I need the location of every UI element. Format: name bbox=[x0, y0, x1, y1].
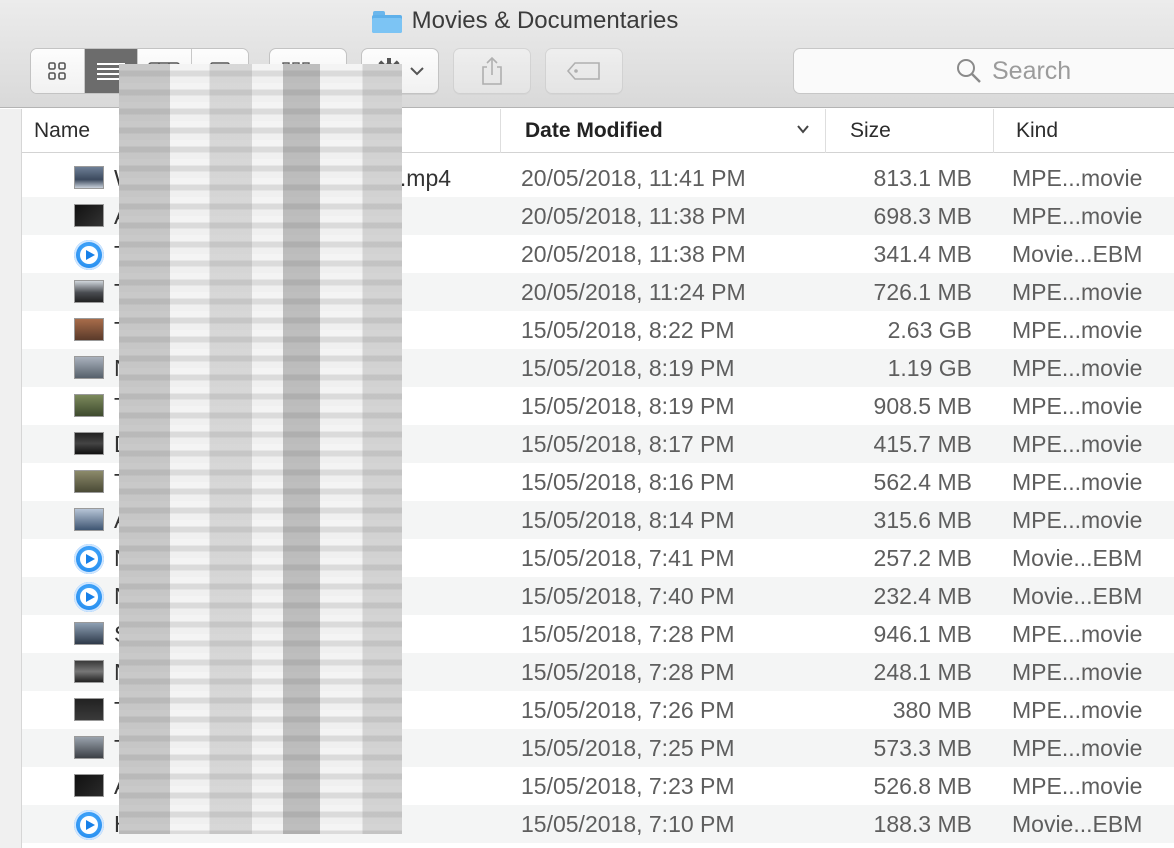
column-header-name-label: Name bbox=[34, 119, 91, 142]
video-thumbnail-icon bbox=[74, 280, 104, 303]
file-size: 573.3 MB bbox=[873, 734, 972, 761]
column-header-kind-label: Kind bbox=[1016, 119, 1059, 142]
file-size: 562.4 MB bbox=[873, 468, 972, 495]
file-date-modified: 15/05/2018, 7:28 PM bbox=[521, 620, 735, 647]
video-thumbnail-icon bbox=[74, 508, 104, 531]
file-kind: MPE...movie bbox=[1012, 164, 1143, 191]
column-header-date-label: Date Modified bbox=[525, 119, 663, 142]
video-thumbnail-icon bbox=[74, 356, 104, 379]
file-size: 813.1 MB bbox=[873, 164, 972, 191]
redacted-area bbox=[119, 64, 402, 834]
file-kind: MPE...movie bbox=[1012, 354, 1143, 381]
video-player-icon bbox=[74, 810, 104, 840]
share-icon bbox=[482, 56, 502, 85]
file-date-modified: 15/05/2018, 7:40 PM bbox=[521, 582, 735, 609]
video-thumbnail-icon bbox=[74, 394, 104, 417]
file-size: 188.3 MB bbox=[873, 810, 972, 837]
file-date-modified: 20/05/2018, 11:24 PM bbox=[521, 278, 746, 305]
file-kind: MPE...movie bbox=[1012, 430, 1143, 457]
file-kind: MPE...movie bbox=[1012, 506, 1143, 533]
file-date-modified: 20/05/2018, 11:38 PM bbox=[521, 240, 746, 267]
video-thumbnail-icon bbox=[74, 470, 104, 493]
file-kind: Movie...EBM bbox=[1012, 810, 1143, 837]
file-size: 726.1 MB bbox=[873, 278, 972, 305]
tag-button[interactable] bbox=[545, 48, 623, 94]
file-kind: Movie...EBM bbox=[1012, 582, 1143, 609]
file-date-modified: 20/05/2018, 11:38 PM bbox=[521, 202, 746, 229]
video-thumbnail-icon bbox=[74, 660, 104, 683]
video-thumbnail-icon bbox=[74, 318, 104, 341]
video-thumbnail-icon bbox=[74, 432, 104, 455]
file-kind: MPE...movie bbox=[1012, 696, 1143, 723]
file-kind: MPE...movie bbox=[1012, 392, 1143, 419]
column-header-size-label: Size bbox=[850, 119, 891, 142]
file-kind: Movie...EBM bbox=[1012, 544, 1143, 571]
file-size: 526.8 MB bbox=[873, 772, 972, 799]
file-date-modified: 15/05/2018, 7:23 PM bbox=[521, 772, 735, 799]
video-thumbnail-icon bbox=[74, 736, 104, 759]
video-thumbnail-icon bbox=[74, 166, 104, 189]
icon-view-button[interactable] bbox=[31, 49, 85, 93]
file-kind: MPE...movie bbox=[1012, 772, 1143, 799]
file-kind: MPE...movie bbox=[1012, 202, 1143, 229]
window-title: Movies & Documentaries bbox=[411, 7, 679, 34]
file-date-modified: 15/05/2018, 7:28 PM bbox=[521, 658, 735, 685]
file-size: 232.4 MB bbox=[873, 582, 972, 609]
file-size: 380 MB bbox=[892, 696, 972, 723]
share-button[interactable] bbox=[453, 48, 531, 94]
file-date-modified: 15/05/2018, 8:19 PM bbox=[521, 392, 735, 419]
file-date-modified: 20/05/2018, 11:41 PM bbox=[521, 164, 746, 191]
column-header-size[interactable]: Size bbox=[825, 109, 993, 153]
file-size: 1.19 GB bbox=[887, 354, 972, 381]
file-date-modified: 15/05/2018, 8:16 PM bbox=[521, 468, 735, 495]
file-size: 315.6 MB bbox=[873, 506, 972, 533]
file-size: 415.7 MB bbox=[873, 430, 972, 457]
file-size: 248.1 MB bbox=[873, 658, 972, 685]
video-player-icon bbox=[74, 240, 104, 270]
search-icon bbox=[957, 59, 981, 83]
file-size: 257.2 MB bbox=[873, 544, 972, 571]
search-input[interactable] bbox=[992, 56, 1172, 86]
window-title-bar: Movies & Documentaries bbox=[0, 4, 1050, 38]
file-size: 698.3 MB bbox=[873, 202, 972, 229]
file-date-modified: 15/05/2018, 8:22 PM bbox=[521, 316, 735, 343]
icon-view-icon bbox=[48, 62, 67, 80]
file-kind: MPE...movie bbox=[1012, 278, 1143, 305]
tag-icon bbox=[566, 62, 600, 80]
file-size: 2.63 GB bbox=[887, 316, 972, 343]
file-date-modified: 15/05/2018, 7:41 PM bbox=[521, 544, 735, 571]
sidebar-edge bbox=[0, 109, 22, 848]
chevron-down-icon bbox=[410, 67, 424, 76]
folder-icon bbox=[371, 9, 402, 33]
video-thumbnail-icon bbox=[74, 774, 104, 797]
column-header-kind[interactable]: Kind bbox=[993, 109, 1174, 153]
file-date-modified: 15/05/2018, 8:14 PM bbox=[521, 506, 735, 533]
file-date-modified: 15/05/2018, 8:17 PM bbox=[521, 430, 735, 457]
column-header-date[interactable]: Date Modified bbox=[500, 109, 825, 153]
file-kind: MPE...movie bbox=[1012, 734, 1143, 761]
file-size: 341.4 MB bbox=[873, 240, 972, 267]
video-thumbnail-icon bbox=[74, 698, 104, 721]
video-thumbnail-icon bbox=[74, 622, 104, 645]
file-date-modified: 15/05/2018, 8:19 PM bbox=[521, 354, 735, 381]
file-kind: MPE...movie bbox=[1012, 620, 1143, 647]
video-player-icon bbox=[74, 582, 104, 612]
file-kind: MPE...movie bbox=[1012, 658, 1143, 685]
search-field[interactable] bbox=[793, 48, 1174, 94]
file-date-modified: 15/05/2018, 7:26 PM bbox=[521, 696, 735, 723]
file-date-modified: 15/05/2018, 7:10 PM bbox=[521, 810, 735, 837]
video-thumbnail-icon bbox=[74, 204, 104, 227]
sort-descending-icon bbox=[797, 125, 809, 134]
file-kind: MPE...movie bbox=[1012, 316, 1143, 343]
file-date-modified: 15/05/2018, 7:25 PM bbox=[521, 734, 735, 761]
file-kind: Movie...EBM bbox=[1012, 240, 1143, 267]
file-kind: MPE...movie bbox=[1012, 468, 1143, 495]
file-size: 946.1 MB bbox=[873, 620, 972, 647]
file-size: 908.5 MB bbox=[873, 392, 972, 419]
video-player-icon bbox=[74, 544, 104, 574]
